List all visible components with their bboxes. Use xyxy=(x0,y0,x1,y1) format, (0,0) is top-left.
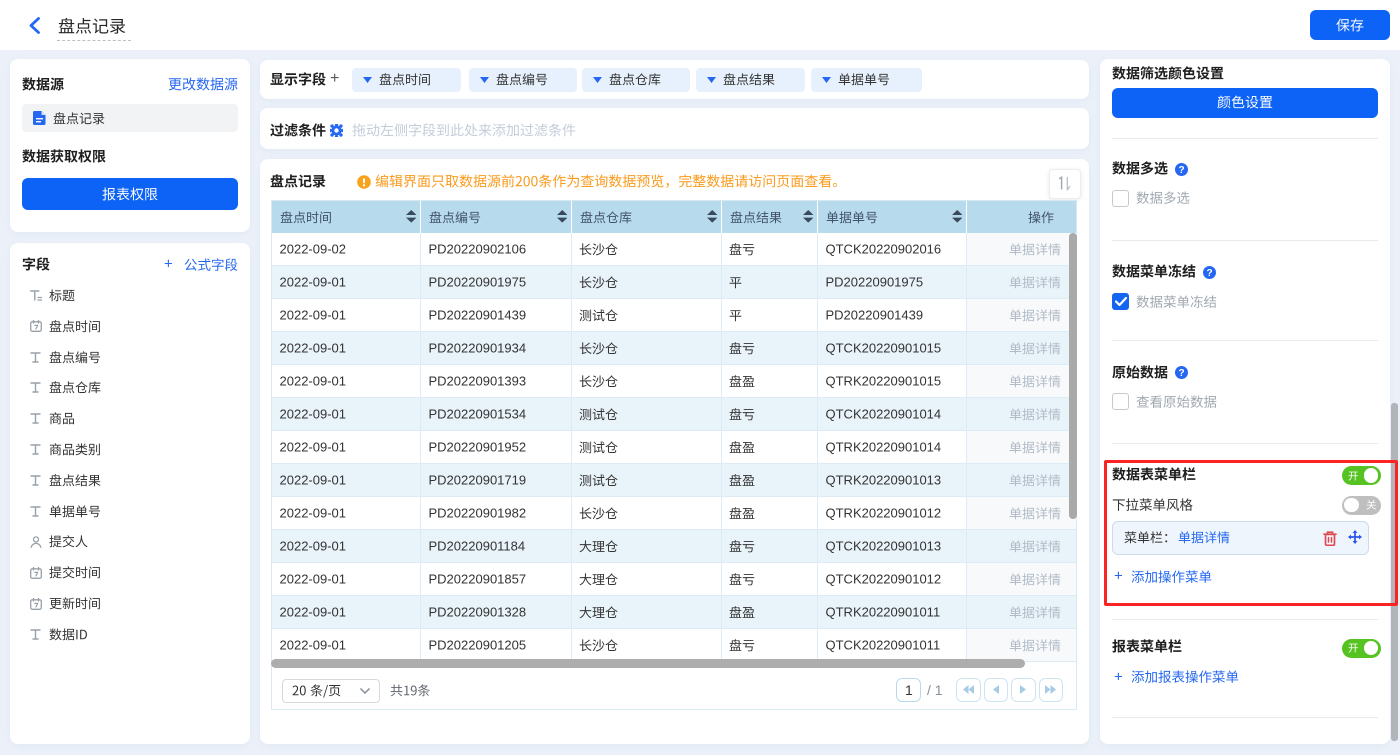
svg-text:?: ? xyxy=(1178,368,1184,379)
svg-text:?: ? xyxy=(1178,164,1184,175)
svg-text:?: ? xyxy=(1206,267,1212,278)
